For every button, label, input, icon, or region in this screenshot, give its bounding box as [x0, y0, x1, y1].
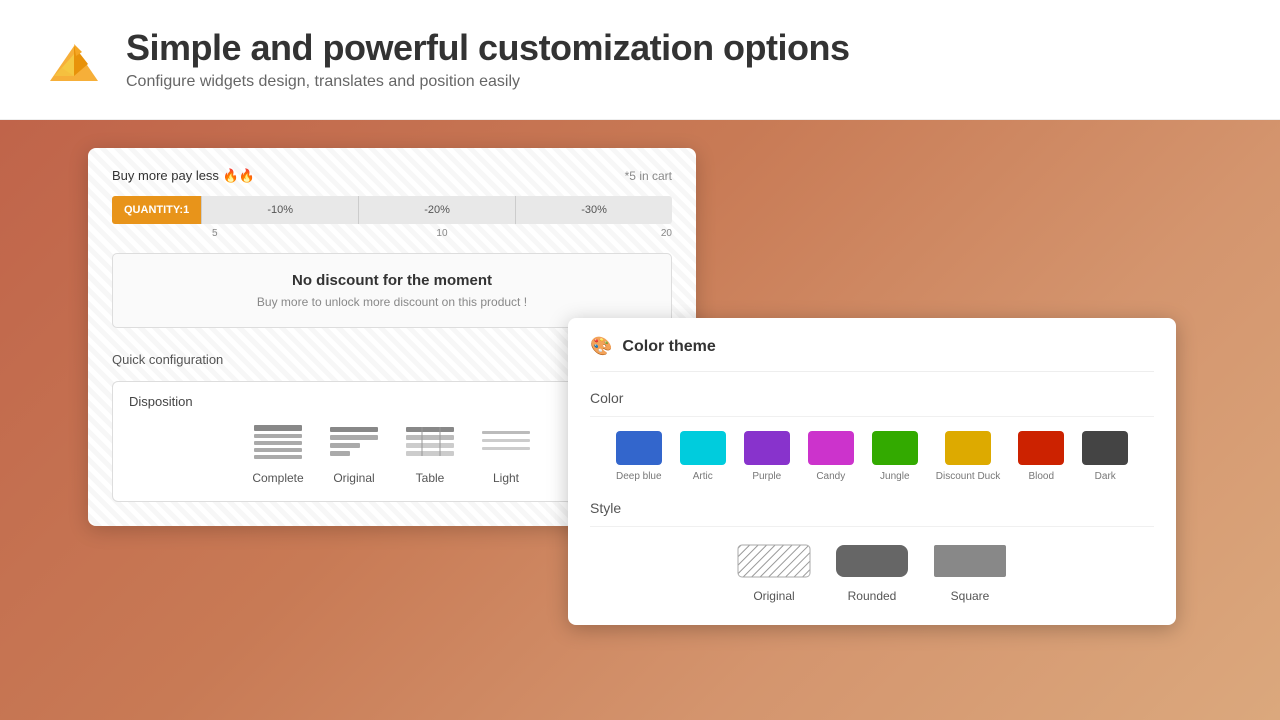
qty-segment-3: -30% [515, 196, 672, 224]
color-swatch-4[interactable]: Jungle [872, 431, 918, 482]
color-swatch-5[interactable]: Discount Duck [936, 431, 1000, 482]
disposition-original-label: Original [333, 471, 374, 485]
qty-segment-2: -20% [358, 196, 515, 224]
style-label-0: Original [753, 589, 794, 603]
main-area: Buy more pay less 🔥🔥 *5 in cart QUANTITY… [0, 120, 1280, 720]
disposition-table-icon [404, 423, 456, 463]
color-swatch-3[interactable]: Candy [808, 431, 854, 482]
swatch-label-2: Purple [752, 471, 781, 482]
color-swatch-6[interactable]: Blood [1018, 431, 1064, 482]
style-option-1[interactable]: Rounded [834, 541, 910, 603]
swatch-color-7 [1082, 431, 1128, 465]
swatch-label-4: Jungle [880, 471, 909, 482]
style-preview-2 [932, 541, 1008, 581]
disposition-original-icon [328, 423, 380, 463]
header-title: Simple and powerful customization option… [126, 28, 850, 68]
no-discount-sub: Buy more to unlock more discount on this… [131, 295, 653, 309]
disposition-complete[interactable]: Complete [252, 423, 304, 485]
swatch-color-0 [616, 431, 662, 465]
header-text: Simple and powerful customization option… [126, 28, 850, 92]
header: Simple and powerful customization option… [0, 0, 1280, 120]
disposition-original[interactable]: Original [328, 423, 380, 485]
disposition-table-label: Table [416, 471, 445, 485]
swatch-color-1 [680, 431, 726, 465]
no-discount-box: No discount for the moment Buy more to u… [112, 253, 672, 328]
color-swatches: Deep blue Artic Purple Candy Jungle Discount … [590, 431, 1154, 482]
no-discount-title: No discount for the moment [131, 272, 653, 289]
quantity-bar: QUANTITY:1 -10% -20% -30% [112, 196, 672, 224]
qty-segment-1: -10% [201, 196, 358, 224]
swatch-color-2 [744, 431, 790, 465]
color-theme-header: 🎨 Color theme [590, 336, 1154, 372]
disposition-light-label: Light [493, 471, 519, 485]
color-swatch-7[interactable]: Dark [1082, 431, 1128, 482]
swatch-label-5: Discount Duck [936, 471, 1000, 482]
style-section: Style Original Rounded Square [590, 500, 1154, 603]
swatch-label-3: Candy [816, 471, 845, 482]
duck-logo-icon [40, 26, 108, 94]
style-option-2[interactable]: Square [932, 541, 1008, 603]
swatch-label-6: Blood [1028, 471, 1054, 482]
style-label-1: Rounded [848, 589, 897, 603]
disposition-light-icon [480, 423, 532, 463]
swatch-label-7: Dark [1095, 471, 1116, 482]
qty-numbers: 5 10 20 [212, 228, 672, 239]
color-swatch-1[interactable]: Artic [680, 431, 726, 482]
swatch-label-1: Artic [693, 471, 713, 482]
discount-title: Buy more pay less 🔥🔥 [112, 168, 255, 184]
qty-num-20: 20 [519, 228, 672, 239]
qty-num-10: 10 [365, 228, 518, 239]
swatch-label-0: Deep blue [616, 471, 662, 482]
swatch-color-5 [945, 431, 991, 465]
color-swatch-2[interactable]: Purple [744, 431, 790, 482]
cart-info: *5 in cart [625, 169, 672, 183]
swatch-color-4 [872, 431, 918, 465]
disposition-complete-label: Complete [252, 471, 303, 485]
swatch-color-6 [1018, 431, 1064, 465]
color-swatch-0[interactable]: Deep blue [616, 431, 662, 482]
color-theme-title: Color theme [622, 338, 715, 356]
qty-num-5: 5 [212, 228, 365, 239]
disposition-table[interactable]: Table [404, 423, 456, 485]
color-section-label: Color [590, 390, 1154, 417]
widget-card-2: 🎨 Color theme Color Deep blue Artic Purple… [568, 318, 1176, 625]
swatch-color-3 [808, 431, 854, 465]
style-option-0[interactable]: Original [736, 541, 812, 603]
header-subtitle: Configure widgets design, translates and… [126, 73, 850, 91]
disposition-complete-icon [252, 423, 304, 463]
style-options: Original Rounded Square [590, 541, 1154, 603]
style-preview-0 [736, 541, 812, 581]
disposition-light[interactable]: Light [480, 423, 532, 485]
color-section: Color Deep blue Artic Purple Candy Jungle Dis… [590, 390, 1154, 482]
palette-icon: 🎨 [590, 336, 612, 357]
qty-label: QUANTITY:1 [112, 196, 201, 224]
discount-header: Buy more pay less 🔥🔥 *5 in cart [112, 168, 672, 184]
style-label-2: Square [951, 589, 990, 603]
style-preview-1 [834, 541, 910, 581]
style-section-label: Style [590, 500, 1154, 527]
